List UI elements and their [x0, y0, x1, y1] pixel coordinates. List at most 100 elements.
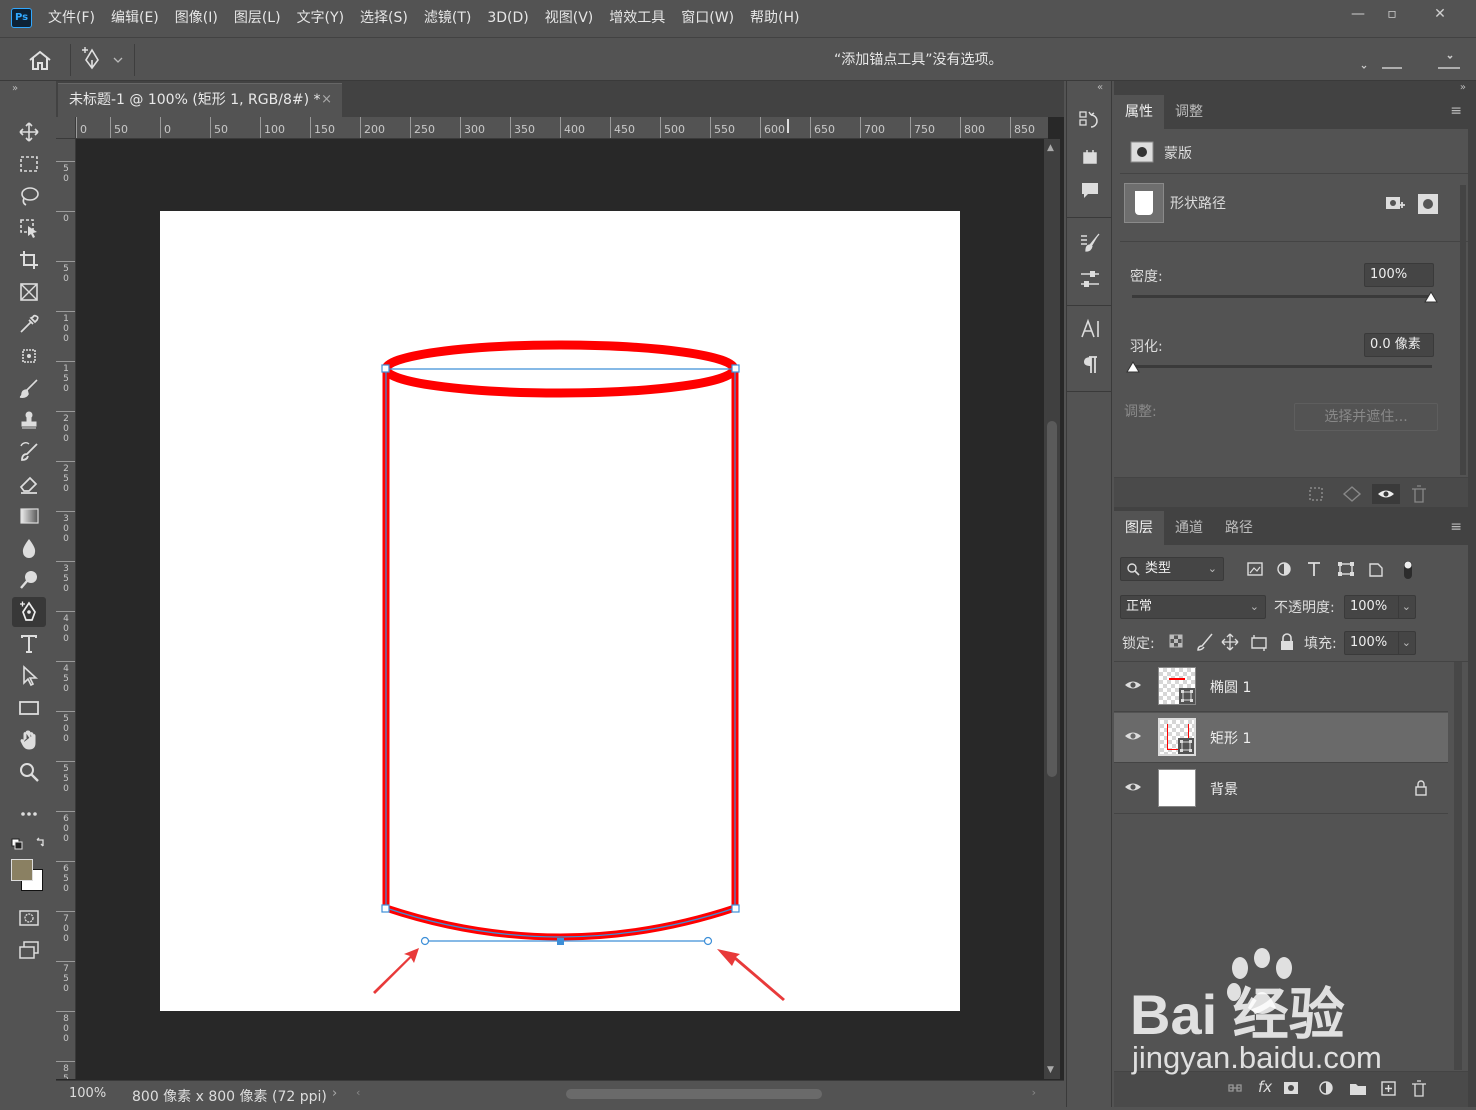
history-brush-tool-icon[interactable] [12, 437, 46, 467]
move-tool-icon[interactable] [12, 117, 46, 147]
layer-filter-kind[interactable]: 类型 ⌄ [1120, 557, 1224, 581]
menu-image[interactable]: 图像(I) [167, 0, 226, 37]
brushes-panel-icon[interactable] [1075, 267, 1105, 295]
quick-mask-icon[interactable] [12, 903, 46, 933]
delete-layer-icon[interactable] [1412, 1080, 1426, 1097]
cylinder-body-shape[interactable] [382, 369, 739, 941]
ruler-corner[interactable] [56, 117, 76, 139]
status-menu-arrow[interactable]: › [332, 1086, 337, 1101]
layer-name[interactable]: 背景 [1210, 779, 1238, 799]
feather-input[interactable]: 0.0 像素 [1364, 333, 1434, 357]
layers-scrollbar[interactable] [1454, 662, 1462, 1070]
menu-type[interactable]: 文字(Y) [289, 0, 352, 37]
menu-plugins[interactable]: 增效工具 [601, 0, 673, 37]
document-canvas[interactable] [160, 211, 960, 1011]
menu-3d[interactable]: 3D(D) [479, 0, 536, 37]
anchor-point[interactable] [731, 364, 740, 373]
blur-tool-icon[interactable] [12, 533, 46, 563]
workspace-icons[interactable] [1356, 52, 1464, 72]
more-tools-icon[interactable] [12, 799, 46, 829]
blend-mode-select[interactable]: 正常 ⌄ [1120, 595, 1266, 619]
type-tool-icon[interactable] [12, 629, 46, 659]
tab-properties[interactable]: 属性 [1114, 95, 1164, 129]
apply-mask-icon[interactable] [1342, 486, 1362, 502]
restore-button[interactable]: ▫ [1372, 0, 1412, 28]
layer-name[interactable]: 椭圆 1 [1210, 677, 1251, 697]
marquee-tool-icon[interactable] [12, 149, 46, 179]
load-selection-icon[interactable] [1309, 487, 1323, 501]
toolbar-collapse-icon[interactable]: » [12, 83, 18, 94]
properties-menu-icon[interactable]: ≡ [1450, 103, 1462, 119]
vertical-ruler[interactable]: 5 0 0 5 0 1 0 0 1 5 0 2 0 0 2 5 0 3 0 0 … [56, 139, 76, 1079]
opacity-input[interactable]: 100% ⌄ [1344, 595, 1416, 619]
horizontal-scroll-thumb[interactable] [566, 1089, 822, 1099]
screen-mode-icon[interactable] [12, 935, 46, 965]
foreground-color-swatch[interactable] [11, 859, 33, 881]
eraser-tool-icon[interactable] [12, 469, 46, 499]
panels-collapse-icon[interactable]: » [1460, 82, 1466, 93]
layer-row-rectangle[interactable]: 矩形 1 [1114, 713, 1448, 763]
mask-actions-icons[interactable] [1384, 193, 1440, 215]
tab-layers[interactable]: 图层 [1114, 511, 1164, 545]
fill-input[interactable]: 100% ⌄ [1344, 631, 1416, 655]
horizontal-scrollbar[interactable]: ‹ › [352, 1085, 1040, 1103]
strip-collapse-icon[interactable]: « [1097, 82, 1103, 93]
layer-name[interactable]: 矩形 1 [1210, 728, 1251, 748]
healing-brush-tool-icon[interactable] [12, 341, 46, 371]
crop-tool-icon[interactable] [12, 245, 46, 275]
lasso-tool-icon[interactable] [12, 181, 46, 211]
menu-filter[interactable]: 滤镜(T) [416, 0, 479, 37]
comments-panel-icon[interactable] [1075, 179, 1105, 207]
close-window-button[interactable]: ✕ [1418, 0, 1462, 28]
delete-mask-icon[interactable] [1412, 485, 1426, 503]
object-selection-tool-icon[interactable] [12, 213, 46, 243]
add-anchor-tool-preset-icon[interactable] [80, 46, 126, 72]
horizontal-ruler[interactable]: 0 50 0 50 100 150 200 250 300 350 400 45… [76, 117, 1048, 139]
anchor-point[interactable] [731, 904, 740, 913]
brush-settings-panel-icon[interactable] [1075, 231, 1105, 259]
bezier-handle-left[interactable] [420, 936, 430, 946]
layer-style-fx-button[interactable]: fx [1258, 1078, 1272, 1096]
clone-stamp-tool-icon[interactable] [12, 405, 46, 435]
plugin-panel-icon[interactable] [1075, 145, 1105, 173]
menu-layer[interactable]: 图层(L) [226, 0, 289, 37]
anchor-point[interactable] [381, 364, 390, 373]
density-slider-thumb[interactable] [1424, 291, 1438, 303]
close-tab-icon[interactable]: × [321, 84, 332, 116]
layer-filter-icons[interactable] [1244, 559, 1424, 581]
swap-colors-icon[interactable] [11, 836, 47, 854]
home-icon[interactable] [28, 50, 52, 70]
gradient-tool-icon[interactable] [12, 501, 46, 531]
layers-menu-icon[interactable]: ≡ [1450, 519, 1462, 535]
anchor-point[interactable] [381, 904, 390, 913]
history-panel-icon[interactable] [1075, 109, 1105, 137]
tab-adjustments[interactable]: 调整 [1164, 95, 1214, 129]
density-input[interactable]: 100% [1364, 263, 1434, 287]
menu-view[interactable]: 视图(V) [537, 0, 602, 37]
zoom-level[interactable]: 100% [69, 1086, 106, 1101]
selected-anchor-point[interactable] [557, 938, 564, 945]
menu-window[interactable]: 窗口(W) [673, 0, 742, 37]
link-layers-icon[interactable] [1228, 1080, 1242, 1096]
eye-icon[interactable] [1124, 778, 1142, 796]
density-slider-track[interactable] [1132, 295, 1432, 298]
bezier-handle-right[interactable] [703, 936, 713, 946]
document-size-info[interactable]: 800 像素 x 800 像素 (72 ppi) [132, 1086, 327, 1106]
feather-slider-track[interactable] [1132, 365, 1432, 368]
vertical-scroll-thumb[interactable] [1047, 421, 1057, 777]
menu-file[interactable]: 文件(F) [40, 0, 103, 37]
cylinder-artwork[interactable] [160, 211, 960, 1011]
feather-slider-thumb[interactable] [1126, 361, 1140, 373]
properties-scrollbar[interactable] [1460, 185, 1466, 475]
menu-select[interactable]: 选择(S) [352, 0, 416, 37]
layer-row-ellipse[interactable]: 椭圆 1 [1114, 662, 1448, 712]
character-panel-icon[interactable] [1075, 317, 1105, 345]
path-selection-tool-icon[interactable] [12, 661, 46, 691]
layer-row-background[interactable]: 背景 [1114, 764, 1448, 814]
new-group-icon[interactable] [1350, 1084, 1366, 1095]
vertical-scrollbar[interactable]: ▲ ▼ [1044, 139, 1060, 1079]
menu-edit[interactable]: 编辑(E) [103, 0, 167, 37]
dodge-tool-icon[interactable] [12, 565, 46, 595]
eye-icon[interactable] [1124, 676, 1142, 694]
eye-icon[interactable] [1124, 727, 1142, 745]
